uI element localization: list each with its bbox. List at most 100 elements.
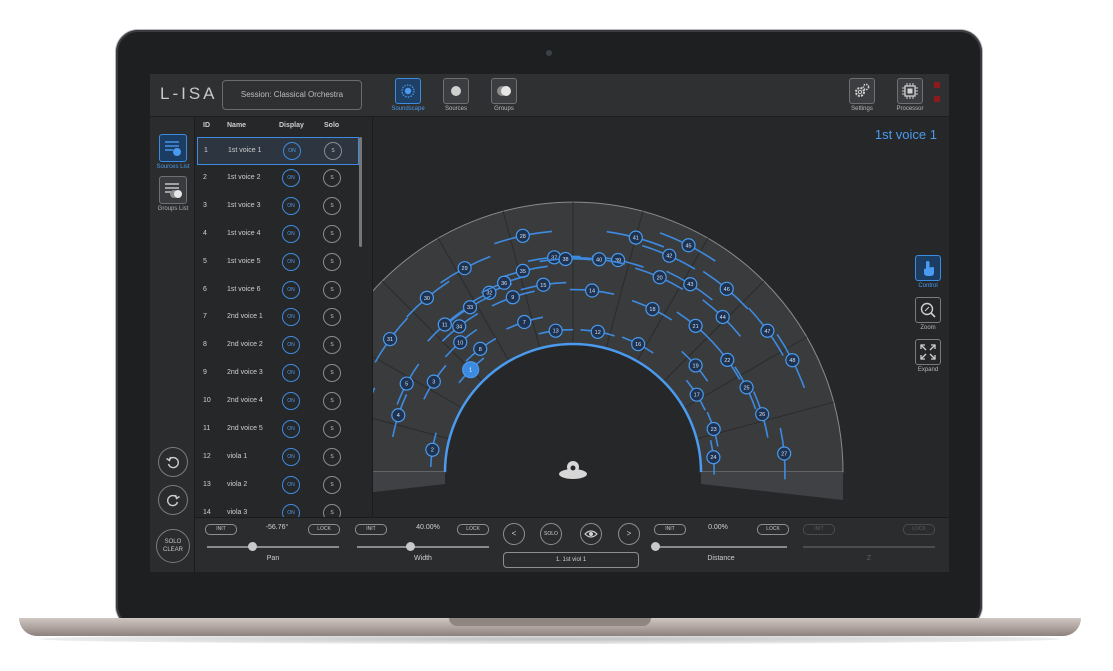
- width-slider[interactable]: [357, 546, 489, 548]
- source-label-1: 1: [469, 368, 472, 374]
- solo-toggle[interactable]: S: [323, 392, 341, 411]
- solo-toggle[interactable]: S: [324, 142, 342, 160]
- solo-toggle[interactable]: S: [323, 168, 341, 187]
- pan-slider-thumb[interactable]: [247, 542, 257, 551]
- pan-value[interactable]: -56.76°: [247, 524, 307, 531]
- solo-toggle[interactable]: S: [323, 420, 341, 438]
- solo-toggle[interactable]: S: [323, 336, 341, 355]
- display-toggle[interactable]: ON: [282, 336, 300, 355]
- table-row[interactable]: 12 viola 1 ON S: [197, 444, 357, 470]
- table-row[interactable]: 5 1st voice 5 ON S: [197, 249, 357, 275]
- row-name: 2nd voice 1: [227, 313, 263, 321]
- z-lock-button[interactable]: LOCK: [903, 524, 935, 535]
- width-value[interactable]: 40.00%: [398, 524, 458, 531]
- display-toggle[interactable]: ON: [282, 252, 300, 271]
- groups-list-button[interactable]: Groups List: [156, 176, 190, 212]
- source-label-30: 30: [424, 296, 430, 302]
- z-init-button[interactable]: INIT: [803, 524, 835, 535]
- distance-slider-thumb[interactable]: [651, 542, 660, 551]
- table-row[interactable]: 10 2nd voice 4 ON S: [197, 388, 357, 414]
- distance-slider[interactable]: [655, 546, 787, 548]
- parameter-bar: INIT -56.76° LOCK Pan INIT 40.00% LOCK W…: [195, 517, 949, 572]
- display-toggle[interactable]: ON: [282, 196, 300, 215]
- width-init-button[interactable]: INIT: [355, 524, 387, 535]
- session-name[interactable]: Session: Classical Orchestra: [222, 80, 362, 110]
- status-leds: [934, 82, 941, 110]
- display-toggle[interactable]: ON: [282, 308, 300, 327]
- solo-toggle[interactable]: S: [323, 475, 341, 494]
- camera-icon: [546, 50, 552, 56]
- display-toggle[interactable]: ON: [282, 364, 300, 383]
- distance-init-button[interactable]: INIT: [654, 524, 686, 535]
- pan-slider[interactable]: [207, 546, 339, 548]
- table-row[interactable]: 8 2nd voice 2 ON S: [197, 332, 357, 358]
- row-id: 7: [203, 313, 207, 321]
- source-label-26: 26: [759, 412, 765, 418]
- status-led: [934, 82, 940, 88]
- display-toggle[interactable]: ON: [282, 475, 300, 494]
- list-scrollbar[interactable]: [359, 137, 362, 247]
- display-toggle[interactable]: ON: [282, 168, 300, 187]
- table-row[interactable]: 3 1st voice 3 ON S: [197, 193, 357, 219]
- soundscape-view: 1st voice 1 1234567891011121314151617181…: [373, 117, 949, 517]
- table-row[interactable]: 9 2nd voice 3 ON S: [197, 360, 357, 386]
- display-toggle[interactable]: ON: [283, 142, 301, 160]
- display-toggle[interactable]: ON: [282, 503, 300, 517]
- table-row[interactable]: 2 1st voice 2 ON S: [197, 165, 357, 191]
- table-row[interactable]: 7 2nd voice 1 ON S: [197, 304, 357, 330]
- expand-tool-button[interactable]: Expand: [913, 339, 943, 373]
- display-toggle[interactable]: ON: [282, 420, 300, 438]
- undo-button[interactable]: [158, 447, 188, 477]
- solo-button[interactable]: SOLO: [540, 523, 562, 545]
- sources-list-button[interactable]: Sources List: [156, 134, 190, 170]
- source-label-4: 4: [397, 413, 400, 419]
- solo-toggle[interactable]: S: [323, 364, 341, 383]
- solo-clear-button[interactable]: SOLO CLEAR: [156, 529, 190, 563]
- display-toggle[interactable]: ON: [282, 224, 300, 243]
- distance-value[interactable]: 0.00%: [688, 524, 748, 531]
- row-id: 1: [204, 147, 208, 154]
- distance-lock-button[interactable]: LOCK: [757, 524, 789, 535]
- solo-toggle[interactable]: S: [323, 196, 341, 215]
- previous-source-button[interactable]: <: [503, 523, 525, 545]
- table-row[interactable]: 11 2nd voice 5 ON S: [197, 416, 357, 442]
- table-row[interactable]: 4 1st voice 4 ON S: [197, 221, 357, 247]
- solo-toggle[interactable]: S: [323, 503, 341, 517]
- processor-button[interactable]: Processor: [890, 78, 930, 112]
- row-id: 8: [203, 341, 207, 349]
- redo-button[interactable]: [158, 485, 188, 515]
- pan-lock-button[interactable]: LOCK: [308, 524, 340, 535]
- source-label-28: 28: [520, 234, 526, 240]
- width-lock-button[interactable]: LOCK: [457, 524, 489, 535]
- tab-soundscape[interactable]: Soundscape: [388, 78, 428, 112]
- next-source-button[interactable]: >: [618, 523, 640, 545]
- table-row[interactable]: 6 1st voice 6 ON S: [197, 277, 357, 303]
- solo-toggle[interactable]: S: [323, 308, 341, 327]
- solo-toggle[interactable]: S: [323, 280, 341, 299]
- pan-init-button[interactable]: INIT: [205, 524, 237, 535]
- display-toggle[interactable]: ON: [282, 280, 300, 299]
- z-slider[interactable]: [803, 546, 935, 548]
- width-slider-thumb[interactable]: [405, 542, 415, 551]
- source-label-5: 5: [405, 382, 408, 388]
- table-row[interactable]: 14 viola 3 ON S: [197, 500, 357, 517]
- groups-list-icon: [159, 176, 187, 204]
- stage-map[interactable]: 1234567891011121314151617181920212223242…: [373, 117, 949, 517]
- zoom-tool-button[interactable]: Zoom: [913, 297, 943, 331]
- tab-sources[interactable]: Sources: [436, 78, 476, 112]
- table-row[interactable]: 1 1st voice 1 ON S: [197, 137, 359, 165]
- source-label-33: 33: [467, 305, 473, 311]
- listener-eye: [570, 465, 576, 471]
- current-source-field[interactable]: 1. 1st viol 1: [503, 552, 639, 568]
- settings-button[interactable]: Settings: [842, 78, 882, 112]
- solo-toggle[interactable]: S: [323, 252, 341, 271]
- source-label-2: 2: [431, 448, 434, 454]
- control-tool-button[interactable]: Control: [913, 255, 943, 289]
- table-row[interactable]: 13 viola 2 ON S: [197, 472, 357, 498]
- solo-toggle[interactable]: S: [323, 447, 341, 466]
- tab-groups[interactable]: Groups: [484, 78, 524, 112]
- display-toggle[interactable]: ON: [282, 447, 300, 466]
- visibility-button[interactable]: [580, 523, 602, 545]
- display-toggle[interactable]: ON: [282, 392, 300, 411]
- solo-toggle[interactable]: S: [323, 224, 341, 243]
